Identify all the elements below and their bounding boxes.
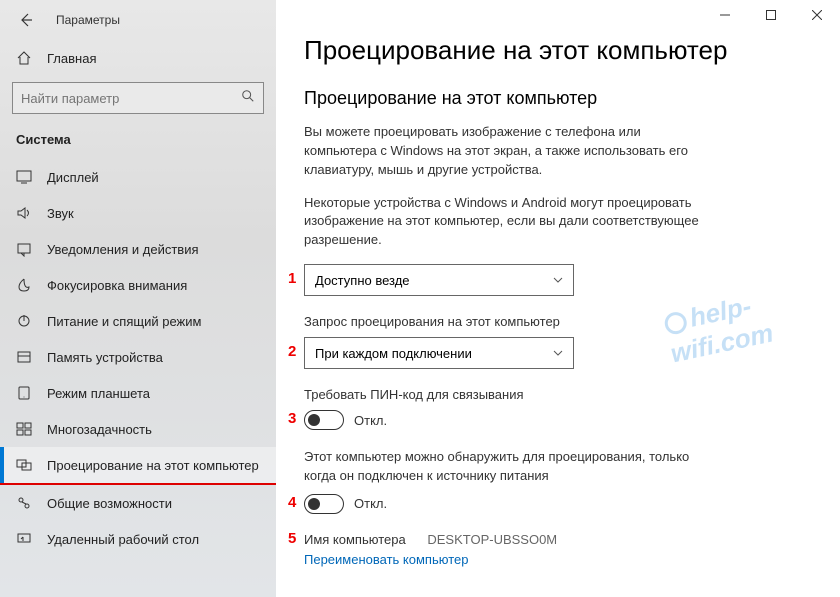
sidebar-item-tablet[interactable]: Режим планшета xyxy=(0,375,276,411)
sidebar-item-focus[interactable]: Фокусировка внимания xyxy=(0,267,276,303)
sidebar-item-shared[interactable]: Общие возможности xyxy=(0,485,276,521)
annotation-2: 2 xyxy=(288,343,296,360)
home-icon xyxy=(16,50,32,66)
sidebar-item-remote[interactable]: Удаленный рабочий стол xyxy=(0,521,276,557)
remote-icon xyxy=(16,531,32,547)
annotation-5: 5 xyxy=(288,530,296,547)
multitasking-icon xyxy=(16,421,32,437)
sidebar-item-label: Уведомления и действия xyxy=(47,242,199,257)
ask-projection-label: Запрос проецирования на этот компьютер xyxy=(304,314,810,329)
tablet-icon xyxy=(16,385,32,401)
search-box[interactable] xyxy=(12,82,264,114)
page-title: Проецирование на этот компьютер xyxy=(304,35,810,66)
sidebar-item-label: Общие возможности xyxy=(47,496,172,511)
sidebar-item-display[interactable]: Дисплей xyxy=(0,159,276,195)
storage-icon xyxy=(16,349,32,365)
sidebar-item-label: Удаленный рабочий стол xyxy=(47,532,199,547)
power-icon xyxy=(16,313,32,329)
pin-toggle[interactable] xyxy=(304,410,344,430)
description-1: Вы можете проецировать изображение с тел… xyxy=(304,123,704,180)
project-icon xyxy=(16,457,32,473)
annotation-1: 1 xyxy=(288,270,296,287)
pin-toggle-label: Откл. xyxy=(354,413,387,428)
nav-list: Дисплей Звук Уведомления и действия Фокусир… xyxy=(0,159,276,597)
power-toggle[interactable] xyxy=(304,494,344,514)
sidebar-item-label: Проецирование на этот компьютер xyxy=(47,458,259,473)
sidebar-item-label: Звук xyxy=(47,206,74,221)
section-header: Система xyxy=(0,124,276,159)
home-nav[interactable]: Главная xyxy=(0,40,276,76)
sound-icon xyxy=(16,205,32,221)
pin-label: Требовать ПИН-код для связывания xyxy=(304,387,810,402)
settings-title: Параметры xyxy=(56,13,120,27)
dropdown-value: Доступно везде xyxy=(315,273,410,288)
sidebar-item-multitasking[interactable]: Многозадачность xyxy=(0,411,276,447)
minimize-button[interactable] xyxy=(702,0,748,30)
sidebar-item-project[interactable]: Проецирование на этот компьютер xyxy=(0,447,276,485)
shared-icon xyxy=(16,495,32,511)
sidebar-item-label: Многозадачность xyxy=(47,422,152,437)
availability-dropdown[interactable]: Доступно везде xyxy=(304,264,574,296)
ask-projection-dropdown[interactable]: При каждом подключении xyxy=(304,337,574,369)
sidebar-item-notifications[interactable]: Уведомления и действия xyxy=(0,231,276,267)
home-label: Главная xyxy=(47,51,96,66)
sidebar-item-label: Память устройства xyxy=(47,350,163,365)
sidebar-item-sound[interactable]: Звук xyxy=(0,195,276,231)
description-2: Некоторые устройства с Windows и Android… xyxy=(304,194,704,251)
sidebar-item-label: Дисплей xyxy=(47,170,99,185)
search-input[interactable] xyxy=(21,91,241,106)
focus-icon xyxy=(16,277,32,293)
chevron-down-icon xyxy=(553,275,563,285)
display-icon xyxy=(16,169,32,185)
sidebar: Параметры Главная Система Дисплей Звук Уве… xyxy=(0,0,276,597)
annotation-3: 3 xyxy=(288,410,296,427)
section-subtitle: Проецирование на этот компьютер xyxy=(304,88,810,109)
dropdown-value: При каждом подключении xyxy=(315,346,472,361)
power-label: Этот компьютер можно обнаружить для прое… xyxy=(304,448,704,486)
notifications-icon xyxy=(16,241,32,257)
close-button[interactable] xyxy=(794,0,840,30)
power-toggle-label: Откл. xyxy=(354,496,387,511)
annotation-4: 4 xyxy=(288,494,296,511)
sidebar-item-label: Фокусировка внимания xyxy=(47,278,187,293)
rename-link[interactable]: Переименовать компьютер xyxy=(304,552,468,567)
back-button[interactable] xyxy=(16,10,36,30)
computer-name-label: Имя компьютера xyxy=(304,532,406,547)
main-content: help-wifi.com Проецирование на этот комп… xyxy=(276,0,840,597)
computer-name-value: DESKTOP-UBSSO0M xyxy=(427,532,557,547)
sidebar-item-storage[interactable]: Память устройства xyxy=(0,339,276,375)
sidebar-item-label: Режим планшета xyxy=(47,386,150,401)
maximize-button[interactable] xyxy=(748,0,794,30)
search-icon xyxy=(241,89,255,108)
sidebar-item-power[interactable]: Питание и спящий режим xyxy=(0,303,276,339)
sidebar-item-label: Питание и спящий режим xyxy=(47,314,201,329)
chevron-down-icon xyxy=(553,348,563,358)
